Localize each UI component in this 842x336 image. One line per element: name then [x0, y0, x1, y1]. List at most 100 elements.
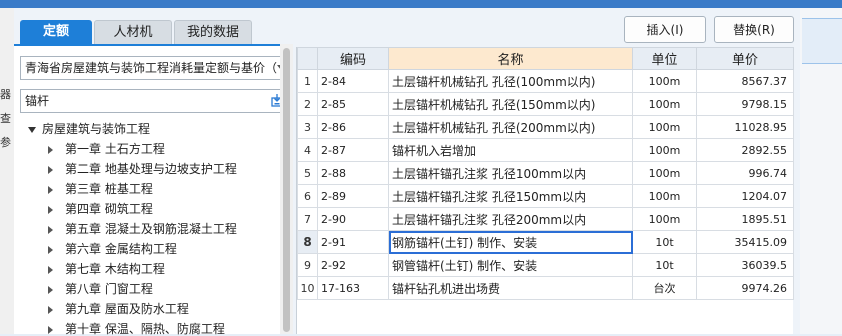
code-cell[interactable]: 2-84 [317, 69, 389, 93]
unit-cell[interactable]: 10t [632, 253, 697, 277]
collapse-arrow-icon[interactable] [48, 205, 53, 214]
code-cell[interactable]: 2-87 [317, 138, 389, 162]
row-number[interactable]: 2 [297, 92, 318, 116]
tree-chapter-node[interactable]: 第十章 保温、隔热、防腐工程 [48, 319, 225, 336]
code-cell[interactable]: 2-88 [317, 161, 389, 185]
collapse-arrow-icon[interactable] [48, 285, 53, 294]
name-cell[interactable]: 土层锚杆锚孔注浆 孔径100mm以内 [388, 161, 633, 185]
name-cell[interactable]: 土层锚杆锚孔注浆 孔径150mm以内 [388, 184, 633, 208]
name-cell[interactable]: 锚杆钻孔机进出场费 [388, 276, 633, 300]
collapse-arrow-icon[interactable] [48, 245, 53, 254]
unit-cell[interactable]: 100m [632, 207, 697, 231]
table-row[interactable]: 9 2-92 钢管锚杆(土钉) 制作、安装 10t 36039.5 [297, 253, 794, 277]
tree-chapter-node[interactable]: 第四章 砌筑工程 [48, 199, 153, 219]
price-cell[interactable]: 35415.09 [696, 230, 794, 254]
table-row[interactable]: 2 2-85 土层锚杆机械钻孔 孔径(150mm以内) 100m 9798.15 [297, 92, 794, 116]
code-cell[interactable]: 17-163 [317, 276, 389, 300]
price-cell[interactable]: 2892.55 [696, 138, 794, 162]
row-number[interactable]: 10 [297, 276, 318, 300]
tree-scrollbar[interactable] [280, 44, 293, 334]
table-row[interactable]: 1 2-84 土层锚杆机械钻孔 孔径(100mm以内) 100m 8567.37 [297, 69, 794, 93]
quota-table: 编码 名称 单位 单价 1 2-84 土层锚杆机械钻孔 孔径(100mm以内) … [296, 47, 794, 334]
code-cell[interactable]: 2-86 [317, 115, 389, 139]
table-row[interactable]: 3 2-86 土层锚杆机械钻孔 孔径(200mm以内) 100m 11028.9… [297, 115, 794, 139]
tree-chapter-node[interactable]: 第九章 屋面及防水工程 [48, 299, 189, 319]
name-cell-active[interactable]: 钢筋锚杆(土钉) 制作、安装 [388, 230, 633, 254]
name-cell[interactable]: 土层锚杆机械钻孔 孔径(150mm以内) [388, 92, 633, 116]
code-cell[interactable]: 2-92 [317, 253, 389, 277]
code-cell[interactable]: 2-89 [317, 184, 389, 208]
tree-chapter-node[interactable]: 第七章 木结构工程 [48, 259, 165, 279]
price-cell[interactable]: 8567.37 [696, 69, 794, 93]
unit-cell[interactable]: 100m [632, 161, 697, 185]
unit-cell[interactable]: 100m [632, 69, 697, 93]
tab-labor-material-machine[interactable]: 人材机 [94, 20, 172, 44]
collapse-arrow-icon[interactable] [48, 325, 53, 334]
tree-chapter-node[interactable]: 第六章 金属结构工程 [48, 239, 177, 259]
name-cell[interactable]: 土层锚杆机械钻孔 孔径(200mm以内) [388, 115, 633, 139]
name-cell[interactable]: 钢管锚杆(土钉) 制作、安装 [388, 253, 633, 277]
search-input[interactable]: 锚杆 [20, 89, 290, 113]
code-cell[interactable]: 2-85 [317, 92, 389, 116]
tab-bar: 定额 人材机 我的数据 插入(I) 替换(R) [14, 8, 800, 44]
tree-chapter-label: 第七章 木结构工程 [65, 262, 165, 276]
replace-button[interactable]: 替换(R) [714, 16, 794, 43]
price-cell[interactable]: 9798.15 [696, 92, 794, 116]
price-cell[interactable]: 996.74 [696, 161, 794, 185]
row-number[interactable]: 5 [297, 161, 318, 185]
row-number[interactable]: 6 [297, 184, 318, 208]
table-row-selected[interactable]: 8 2-91 钢筋锚杆(土钉) 制作、安装 10t 35415.09 [297, 230, 794, 254]
column-header-price[interactable]: 单价 [696, 47, 794, 70]
name-cell[interactable]: 土层锚杆机械钻孔 孔径(100mm以内) [388, 69, 633, 93]
unit-cell[interactable]: 10t [632, 230, 697, 254]
tree-chapter-node[interactable]: 第一章 土石方工程 [48, 139, 165, 159]
name-cell[interactable]: 土层锚杆锚孔注浆 孔径200mm以内 [388, 207, 633, 231]
table-row[interactable]: 6 2-89 土层锚杆锚孔注浆 孔径150mm以内 100m 1204.07 [297, 184, 794, 208]
window-title-bar [0, 0, 842, 8]
table-row[interactable]: 10 17-163 锚杆钻孔机进出场费 台次 9974.26 [297, 276, 794, 300]
column-header-unit[interactable]: 单位 [632, 47, 697, 70]
collapse-arrow-icon[interactable] [48, 165, 53, 174]
price-cell[interactable]: 9974.26 [696, 276, 794, 300]
column-header-code[interactable]: 编码 [317, 47, 389, 70]
row-number[interactable]: 4 [297, 138, 318, 162]
price-cell[interactable]: 36039.5 [696, 253, 794, 277]
tree-chapter-node[interactable]: 第三章 桩基工程 [48, 179, 153, 199]
tree-root-label: 房屋建筑与装饰工程 [42, 122, 151, 136]
price-cell[interactable]: 11028.95 [696, 115, 794, 139]
expand-arrow-icon[interactable] [28, 126, 36, 133]
row-number[interactable]: 7 [297, 207, 318, 231]
row-number[interactable]: 1 [297, 69, 318, 93]
tree-chapter-node[interactable]: 第二章 地基处理与边坡支护工程 [48, 159, 237, 179]
table-row[interactable]: 7 2-90 土层锚杆锚孔注浆 孔径200mm以内 100m 1895.51 [297, 207, 794, 231]
unit-cell[interactable]: 100m [632, 92, 697, 116]
row-number[interactable]: 9 [297, 253, 318, 277]
unit-cell[interactable]: 100m [632, 138, 697, 162]
table-row[interactable]: 5 2-88 土层锚杆锚孔注浆 孔径100mm以内 100m 996.74 [297, 161, 794, 185]
name-cell[interactable]: 锚杆机入岩增加 [388, 138, 633, 162]
price-cell[interactable]: 1204.07 [696, 184, 794, 208]
collapse-arrow-icon[interactable] [48, 145, 53, 154]
tree-chapter-node[interactable]: 第八章 门窗工程 [48, 279, 153, 299]
unit-cell[interactable]: 台次 [632, 276, 697, 300]
tab-quota[interactable]: 定额 [20, 20, 92, 44]
table-row[interactable]: 4 2-87 锚杆机入岩增加 100m 2892.55 [297, 138, 794, 162]
unit-cell[interactable]: 100m [632, 184, 697, 208]
tab-my-data[interactable]: 我的数据 [174, 20, 252, 44]
row-number[interactable]: 8 [297, 230, 318, 254]
insert-button[interactable]: 插入(I) [624, 16, 706, 43]
column-header-name[interactable]: 名称 [388, 47, 633, 70]
collapse-arrow-icon[interactable] [48, 265, 53, 274]
quota-library-select[interactable]: 青海省房屋建筑与装饰工程消耗量定额与基价（ [20, 56, 290, 80]
code-cell[interactable]: 2-90 [317, 207, 389, 231]
row-number[interactable]: 3 [297, 115, 318, 139]
scrollbar-thumb[interactable] [283, 48, 290, 332]
collapse-arrow-icon[interactable] [48, 225, 53, 234]
unit-cell[interactable]: 100m [632, 115, 697, 139]
collapse-arrow-icon[interactable] [48, 305, 53, 314]
tree-root-node[interactable]: 房屋建筑与装饰工程 [28, 119, 150, 139]
code-cell[interactable]: 2-91 [317, 230, 389, 254]
tree-chapter-node[interactable]: 第五章 混凝土及钢筋混凝土工程 [48, 219, 237, 239]
collapse-arrow-icon[interactable] [48, 185, 53, 194]
price-cell[interactable]: 1895.51 [696, 207, 794, 231]
